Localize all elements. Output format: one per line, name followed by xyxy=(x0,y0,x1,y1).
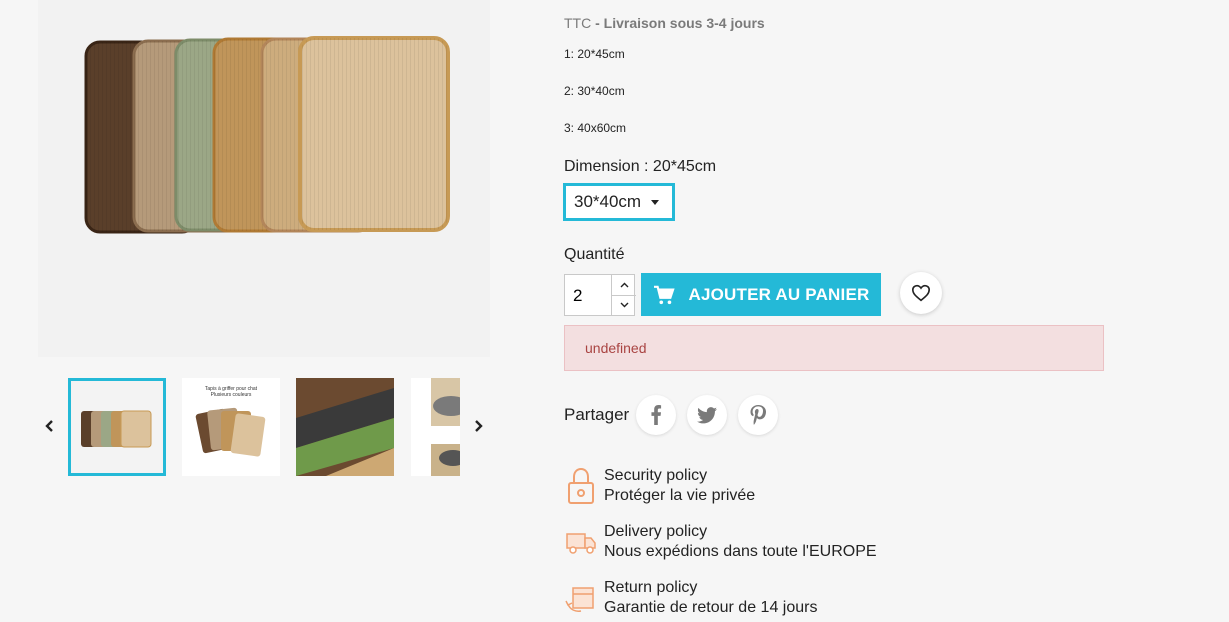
heart-icon xyxy=(911,284,931,302)
return-policy-text: Garantie de retour de 14 jours xyxy=(604,599,818,616)
security-policy-text: Protéger la vie privée xyxy=(604,487,756,504)
delivery-policy: Delivery policy Nous expédions dans tout… xyxy=(564,522,877,562)
product-main-image[interactable] xyxy=(38,0,490,357)
return-box-icon xyxy=(565,587,594,612)
quantity-label: Quantité xyxy=(564,246,625,263)
add-to-cart-button[interactable]: AJOUTER AU PANIER xyxy=(641,273,881,316)
thumbnail-2-caption-2: Plusieurs couleurs xyxy=(211,392,252,398)
return-policy-title: Return policy xyxy=(604,579,698,596)
dimension-select[interactable]: 30*40cm xyxy=(563,183,675,221)
thumbnails-next-arrow[interactable] xyxy=(467,415,489,437)
quantity-stepper xyxy=(564,274,636,317)
chevron-right-icon xyxy=(475,420,483,432)
thumbnails-prev-arrow[interactable] xyxy=(39,415,61,437)
quantity-decrease-button[interactable] xyxy=(611,295,636,315)
chevron-left-icon xyxy=(45,420,53,432)
thumbnail-4[interactable] xyxy=(411,378,460,476)
delivery-policy-title: Delivery policy xyxy=(604,523,708,540)
lock-icon xyxy=(568,467,594,504)
return-policy: Return policy Garantie de retour de 14 j… xyxy=(564,578,817,618)
thumbnails-strip: Tapis à griffer pour chat Plusieurs coul… xyxy=(68,378,460,476)
alert-text: undefined xyxy=(585,340,647,356)
thumbnail-2[interactable]: Tapis à griffer pour chat Plusieurs coul… xyxy=(182,378,280,476)
share-facebook-button[interactable] xyxy=(636,395,676,435)
caret-down-icon xyxy=(651,199,660,205)
price-tax-delivery: TTC - Livraison sous 3-4 jours xyxy=(564,15,765,31)
quantity-increase-button[interactable] xyxy=(611,275,636,296)
ttc-label: TTC xyxy=(564,15,592,31)
shopping-cart-icon xyxy=(653,285,675,304)
chevron-down-icon xyxy=(620,302,628,308)
wishlist-button[interactable] xyxy=(900,272,942,314)
dimension-label: Dimension : 20*45cm xyxy=(564,158,717,175)
dimension-select-value: 30*40cm xyxy=(574,192,642,211)
delivery-info: - Livraison sous 3-4 jours xyxy=(595,15,765,31)
size-option-line-1: 1: 20*45cm xyxy=(564,47,625,61)
security-policy-title: Security policy xyxy=(604,467,708,484)
share-label: Partager xyxy=(564,405,630,424)
size-option-line-2: 2: 30*40cm xyxy=(564,84,625,98)
share-twitter-button[interactable] xyxy=(687,395,727,435)
truck-icon xyxy=(566,533,596,554)
twitter-icon xyxy=(697,406,717,423)
delivery-policy-text: Nous expédions dans toute l'EUROPE xyxy=(604,543,877,560)
size-option-line-3: 3: 40x60cm xyxy=(564,121,627,135)
security-policy: Security policy Protéger la vie privée xyxy=(564,466,755,506)
facebook-icon xyxy=(651,405,662,425)
chevron-up-icon xyxy=(620,282,628,288)
thumbnail-1[interactable] xyxy=(68,378,166,476)
thumbnail-3[interactable] xyxy=(296,378,394,476)
share-pinterest-button[interactable] xyxy=(738,395,778,435)
add-to-cart-label: AJOUTER AU PANIER xyxy=(688,284,870,304)
product-alert: undefined xyxy=(564,325,1104,371)
pinterest-icon xyxy=(750,405,766,425)
